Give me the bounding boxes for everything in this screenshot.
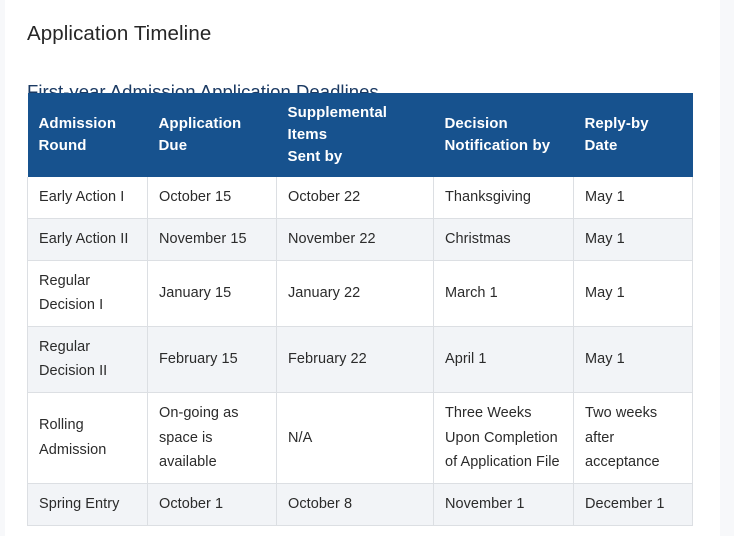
column-header-admission-round: Admission Round [27,93,148,178]
cell-application-due: October 15 [147,177,277,219]
cell-reply-by: May 1 [573,326,693,394]
cell-admission-round: Rolling Admission [27,392,148,485]
cell-supplemental-items: November 22 [276,218,434,261]
column-header-line-1: Decision [444,114,508,132]
cell-decision-notification: November 1 [433,483,574,526]
cell-reply-by: May 1 [573,218,693,261]
page-title: Application Timeline [27,21,212,45]
cell-reply-by: December 1 [573,483,693,526]
table-row: Regular Decision I January 15 January 22… [27,260,693,327]
cell-reply-by: May 1 [573,177,693,219]
cell-supplemental-items: N/A [276,392,434,485]
table-header-row: Admission Round Application Due Suppleme… [27,93,693,178]
cell-supplemental-items: October 8 [276,483,434,526]
table-body: Early Action I October 15 October 22 Tha… [27,177,693,526]
column-header-reply-by-date: Reply-by Date [573,93,693,178]
table-row: Early Action I October 15 October 22 Tha… [27,177,693,219]
table-row: Early Action II November 15 November 22 … [27,218,693,261]
column-header-line-1: Application Due [158,114,242,154]
cell-decision-notification: March 1 [433,260,574,327]
cell-decision-notification: Thanksgiving [433,177,574,219]
column-header-decision-notification-by: Decision Notification by [433,93,574,178]
cell-application-due: October 1 [147,483,277,526]
column-header-line-2: Round [38,136,87,154]
cell-application-due: On-going as space is available [147,392,277,485]
table-row: Spring Entry October 1 October 8 Novembe… [27,483,693,526]
cell-admission-round: Early Action I [27,177,148,219]
cell-reply-by: Two weeks after acceptance [573,392,693,485]
table-row: Regular Decision II February 15 February… [27,326,693,394]
cell-application-due: January 15 [147,260,277,327]
column-header-supplemental-items-sent-by: Supplemental Items Sent by [276,93,434,178]
cell-supplemental-items: February 22 [276,326,434,394]
column-header-line-2: Notification by [444,136,551,154]
admission-deadlines-table: Admission Round Application Due Suppleme… [27,93,693,526]
column-header-line-1: Admission [38,114,117,132]
cell-admission-round: Regular Decision I [27,260,148,327]
cell-application-due: November 15 [147,218,277,261]
table-header: Admission Round Application Due Suppleme… [27,93,693,178]
cell-supplemental-items: January 22 [276,260,434,327]
table-row: Rolling Admission On-going as space is a… [27,392,693,485]
cell-decision-notification: Christmas [433,218,574,261]
cell-application-due: February 15 [147,326,277,394]
column-header-application-due: Application Due [147,93,277,178]
cell-admission-round: Spring Entry [27,483,148,526]
cell-reply-by: May 1 [573,260,693,327]
cell-admission-round: Early Action II [27,218,148,261]
cell-admission-round: Regular Decision II [27,326,148,394]
column-header-line-2: Date [584,136,618,154]
page-content: Application Timeline First-year Admissio… [0,0,734,536]
column-header-line-2: Sent by [287,147,343,165]
cell-decision-notification: April 1 [433,326,574,394]
cell-decision-notification: Three Weeks Upon Completion of Applicati… [433,392,574,485]
cell-supplemental-items: October 22 [276,177,434,219]
column-header-line-1: Supplemental Items [287,104,388,143]
column-header-line-1: Reply-by [584,114,649,132]
